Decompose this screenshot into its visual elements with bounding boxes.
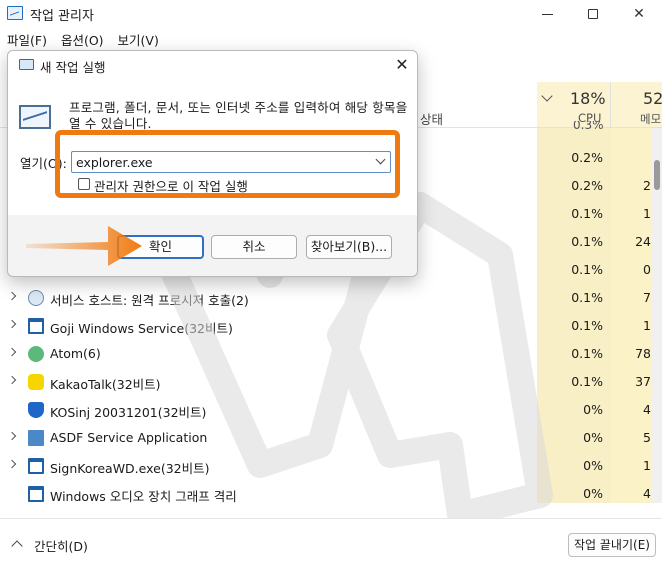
- row-memory: 2: [643, 178, 651, 193]
- process-name: Atom(6): [50, 346, 101, 361]
- process-name: Windows 오디오 장치 그래프 격리: [50, 489, 237, 504]
- row-memory: 1: [643, 318, 651, 333]
- table-row[interactable]: 서비스 호스트: 원격 프로시저 호출(2) 0.1% 7: [0, 284, 652, 312]
- partial-top-cpu: 0.3%: [573, 121, 604, 129]
- row-memory: 78: [635, 346, 651, 361]
- expand-chevron-icon[interactable]: [7, 459, 17, 469]
- fewer-details-button[interactable]: 간단히(D): [34, 536, 88, 555]
- menu-view[interactable]: 보기(V): [118, 30, 159, 49]
- menu-bar: 파일(F) 옵션(O) 보기(V): [0, 28, 662, 50]
- row-cpu: 0%: [583, 430, 603, 445]
- table-row[interactable]: Goji Windows Service(32비트) 0.1% 1: [0, 312, 652, 340]
- close-icon: ✕: [633, 6, 645, 22]
- row-cpu: 0.2%: [571, 150, 603, 165]
- process-name: Goji Windows Service(32비트): [50, 321, 233, 336]
- row-cpu: 0%: [583, 458, 603, 473]
- row-cpu: 0%: [583, 402, 603, 417]
- task-manager-app-icon: [7, 6, 23, 20]
- maximize-icon: [588, 9, 598, 19]
- dialog-titlebar: 새 작업 실행 ✕: [8, 51, 417, 79]
- row-cpu: 0.1%: [571, 346, 603, 361]
- row-memory: 1: [643, 206, 651, 221]
- run-dialog-icon: [19, 59, 34, 70]
- process-name: KakaoTalk(32비트): [50, 377, 161, 392]
- expand-chevron-icon[interactable]: [7, 375, 17, 385]
- end-task-button[interactable]: 작업 끝내기(E): [568, 533, 656, 557]
- row-memory: 7: [643, 290, 651, 305]
- window-icon: [28, 486, 44, 502]
- bottom-bar: 간단히(D) 작업 끝내기(E): [0, 518, 662, 567]
- process-name: ASDF Service Application: [50, 430, 208, 445]
- scrollbar-thumb[interactable]: [654, 160, 660, 190]
- expand-chevron-icon[interactable]: [7, 347, 17, 357]
- table-row[interactable]: Atom(6) 0.1% 78: [0, 340, 652, 368]
- window-icon: [28, 458, 44, 474]
- column-memory[interactable]: 메모: [640, 111, 661, 127]
- row-memory: 0: [643, 262, 651, 277]
- table-row[interactable]: KakaoTalk(32비트) 0.1% 37: [0, 368, 652, 396]
- row-cpu: 0.1%: [571, 290, 603, 305]
- run-program-icon: [19, 105, 51, 129]
- dialog-close-button[interactable]: ✕: [391, 54, 413, 76]
- window-icon: [28, 318, 44, 334]
- cpu-total-percent[interactable]: 18%: [570, 89, 606, 108]
- task-manager-titlebar: 작업 관리자 ✕: [0, 0, 662, 28]
- kakaotalk-icon: [28, 374, 44, 390]
- dialog-description: 프로그램, 폴더, 문서, 또는 인터넷 주소를 입력하여 해당 항목을 열 수…: [69, 100, 408, 131]
- column-divider: [610, 82, 611, 128]
- row-cpu: 0.1%: [571, 374, 603, 389]
- row-cpu: 0.1%: [571, 318, 603, 333]
- table-row[interactable]: SignKoreaWD.exe(32비트) 0% 1: [0, 452, 652, 480]
- row-cpu: 0.1%: [571, 234, 603, 249]
- asdf-icon: [28, 430, 44, 446]
- process-name: KOSinj 20031201(32비트): [50, 405, 207, 420]
- minimize-button[interactable]: [524, 0, 570, 28]
- process-name: 서비스 호스트: 원격 프로시저 호출(2): [50, 293, 249, 308]
- row-memory: 4: [643, 486, 651, 501]
- arrow-pointer-icon: [26, 226, 142, 266]
- table-row[interactable]: KOSinj 20031201(32비트) 0% 4: [0, 396, 652, 424]
- table-row[interactable]: ASDF Service Application 0% 5: [0, 424, 652, 452]
- row-memory: 37: [635, 374, 651, 389]
- row-memory: 4: [643, 402, 651, 417]
- expand-chevron-icon[interactable]: [7, 319, 17, 329]
- column-status[interactable]: 상태: [420, 109, 443, 128]
- menu-options[interactable]: 옵션(O): [61, 30, 104, 49]
- sort-chevron-icon[interactable]: [541, 90, 553, 102]
- row-memory: 1: [643, 458, 651, 473]
- expand-chevron-icon[interactable]: [7, 291, 17, 301]
- menu-file[interactable]: 파일(F): [7, 30, 47, 49]
- dialog-title: 새 작업 실행: [40, 60, 106, 75]
- close-window-button[interactable]: ✕: [616, 0, 662, 28]
- row-cpu: 0.1%: [571, 206, 603, 221]
- row-cpu: 0.1%: [571, 262, 603, 277]
- gear-icon: [28, 290, 44, 306]
- kosinj-icon: [28, 402, 44, 418]
- window-title: 작업 관리자: [30, 9, 94, 24]
- memory-total-percent[interactable]: 52: [643, 89, 662, 108]
- table-row[interactable]: Windows 오디오 장치 그래프 격리 0% 4: [0, 480, 652, 508]
- highlight-annotation-box: [55, 130, 400, 198]
- row-memory: 5: [643, 430, 651, 445]
- expand-chevron-icon[interactable]: [7, 431, 17, 441]
- browse-button[interactable]: 찾아보기(B)...: [306, 235, 392, 259]
- row-cpu: 0.2%: [571, 178, 603, 193]
- minimize-icon: [541, 13, 553, 15]
- row-cpu: 0%: [583, 486, 603, 501]
- process-name: SignKoreaWD.exe(32비트): [50, 461, 210, 476]
- atom-icon: [28, 346, 44, 362]
- chevron-up-icon[interactable]: [11, 540, 23, 552]
- cancel-button[interactable]: 취소: [211, 235, 297, 259]
- maximize-button[interactable]: [570, 0, 616, 28]
- row-memory: 24: [635, 234, 651, 249]
